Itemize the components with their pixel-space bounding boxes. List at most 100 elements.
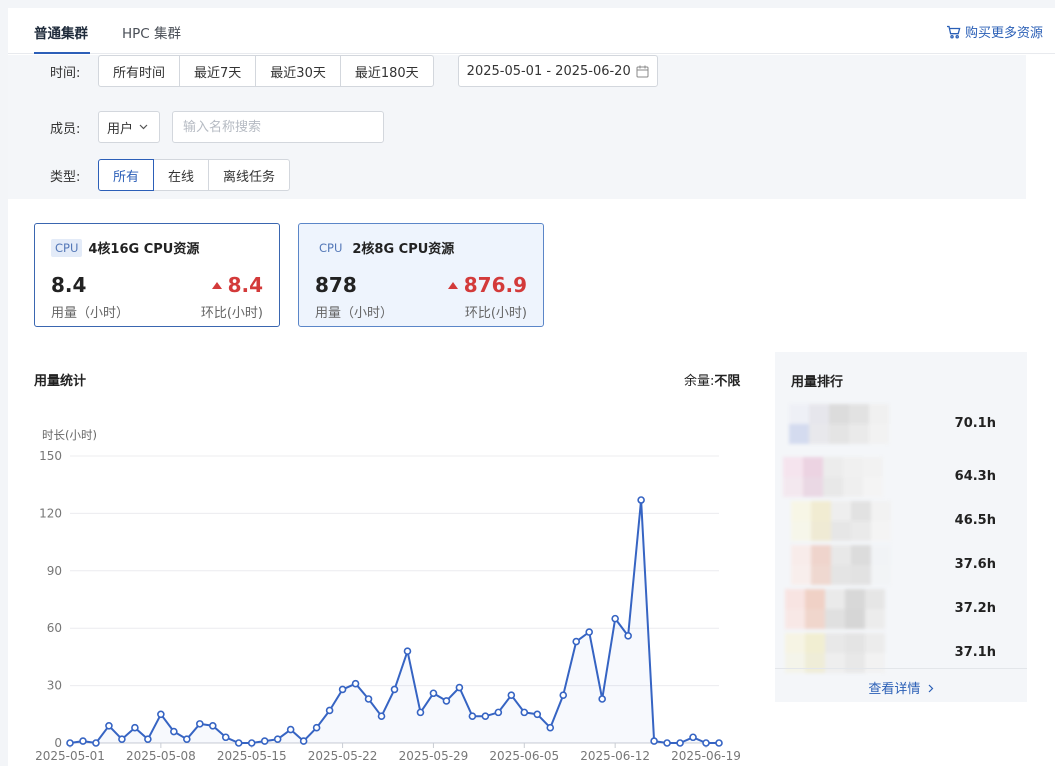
- ranking-user-avatar: [791, 501, 891, 541]
- resource-name: 4核16G CPU资源: [88, 242, 200, 257]
- resource-card-4c16g[interactable]: CPU 4核16G CPU资源 8.4 8.4 用量（小时） 环比(小时): [34, 223, 280, 327]
- ranking-value: 70.1h: [954, 416, 996, 431]
- member-type-value: 用户: [107, 121, 134, 137]
- time-option-30days[interactable]: 最近30天: [255, 55, 341, 87]
- time-filter-row: 时间: 所有时间 最近7天 最近30天 最近180天 2025-05-01 - …: [50, 55, 658, 87]
- member-filter-label: 成员:: [50, 121, 81, 137]
- data-point: [79, 737, 87, 745]
- cart-icon: [946, 25, 961, 39]
- view-details-link[interactable]: 查看详情: [775, 678, 1027, 697]
- series-area: [70, 500, 719, 743]
- usage-value: 878: [315, 273, 357, 297]
- data-point: [624, 632, 632, 640]
- data-point: [183, 735, 191, 743]
- resource-name: 2核8G CPU资源: [352, 242, 455, 257]
- data-point: [676, 739, 684, 747]
- data-point: [247, 739, 256, 747]
- data-point: [429, 689, 438, 698]
- data-point: [650, 737, 658, 745]
- data-point: [481, 712, 490, 721]
- ranking-value: 37.2h: [954, 601, 996, 616]
- time-filter-label: 时间:: [50, 65, 81, 81]
- data-point: [468, 712, 477, 721]
- time-option-180days[interactable]: 最近180天: [339, 55, 434, 87]
- data-point: [377, 712, 386, 721]
- type-option-online[interactable]: 在线: [153, 159, 210, 191]
- x-tick-label: 2025-05-15: [217, 749, 287, 763]
- x-tick-label: 2025-06-05: [489, 749, 559, 763]
- y-tick-label: 0: [54, 736, 62, 750]
- calendar-icon: [636, 65, 649, 77]
- date-range-value: 2025-05-01 - 2025-06-20: [466, 63, 631, 79]
- ranking-user-avatar: [789, 404, 889, 444]
- data-point: [286, 725, 295, 734]
- time-option-all[interactable]: 所有时间: [98, 55, 181, 87]
- member-type-select[interactable]: 用户: [98, 111, 160, 143]
- tab-normal-cluster[interactable]: 普通集群: [34, 22, 88, 42]
- ranking-value: 64.3h: [954, 469, 996, 484]
- usage-stats-title: 用量统计: [34, 374, 87, 389]
- cluster-tabs: 普通集群 HPC 集群 购买更多资源: [8, 8, 1055, 54]
- x-tick-label: 2025-05-22: [308, 749, 378, 763]
- data-point: [403, 647, 412, 655]
- remaining-value: 不限: [714, 374, 741, 389]
- data-point: [416, 708, 425, 717]
- time-option-7days[interactable]: 最近7天: [179, 55, 257, 87]
- ranking-title: 用量排行: [791, 375, 844, 390]
- date-range-picker[interactable]: 2025-05-01 - 2025-06-20: [457, 55, 658, 87]
- resource-card-title: CPU 2核8G CPU资源: [315, 238, 455, 258]
- data-point: [196, 720, 204, 728]
- type-filter-row: 类型: 所有 在线 离线任务: [50, 159, 291, 191]
- usage-page: 普通集群 HPC 集群 购买更多资源 时间: 所有时间 最近7天 最近30天 最…: [8, 8, 1055, 766]
- data-point: [533, 710, 542, 719]
- member-search-input[interactable]: [172, 111, 384, 143]
- data-point: [170, 727, 178, 736]
- x-tick-label: 2025-05-01: [35, 749, 105, 763]
- ranking-item: 70.1h: [775, 404, 1027, 444]
- type-filter-label: 类型:: [50, 169, 81, 185]
- data-point: [611, 614, 619, 623]
- resource-card-2c8g[interactable]: CPU 2核8G CPU资源 878 876.9 用量（小时） 环比(小时): [298, 223, 544, 327]
- type-option-all[interactable]: 所有: [98, 159, 155, 191]
- data-point: [118, 735, 126, 743]
- time-range-buttons: 所有时间 最近7天 最近30天 最近180天: [98, 55, 434, 87]
- usage-line-chart: 时长(小时) 0 30 60 90 120 150 2025-05-01 2025-05-08 2…: [35, 428, 741, 763]
- data-point: [455, 683, 464, 692]
- buy-more-label: 购买更多资源: [964, 26, 1043, 41]
- ranking-user-avatar: [785, 633, 885, 673]
- data-point: [507, 691, 516, 699]
- data-point: [105, 721, 113, 730]
- data-point: [299, 737, 308, 745]
- type-option-offline-task[interactable]: 离线任务: [208, 159, 291, 191]
- data-point: [273, 735, 282, 743]
- tab-hpc-cluster[interactable]: HPC 集群: [122, 22, 181, 42]
- y-axis-title: 时长(小时): [42, 428, 97, 442]
- ranking-item: 64.3h: [775, 457, 1027, 497]
- ranking-item: 37.2h: [775, 589, 1027, 629]
- change-value-wrap: 8.4: [211, 273, 263, 297]
- x-tick-label: 2025-05-29: [399, 749, 469, 763]
- active-tab-indicator: [34, 52, 90, 54]
- resource-card-title: CPU 4核16G CPU资源: [51, 238, 199, 257]
- buy-more-resources-link[interactable]: 购买更多资源: [946, 22, 1043, 41]
- data-point: [572, 637, 581, 646]
- usage-value: 8.4: [51, 273, 87, 297]
- x-tick-label: 2025-06-12: [580, 749, 650, 763]
- chevron-down-icon: [139, 124, 148, 130]
- filter-panel: 时间: 所有时间 最近7天 最近30天 最近180天 2025-05-01 - …: [8, 55, 1026, 199]
- ranking-divider: [775, 668, 1027, 669]
- ranking-user-avatar: [785, 589, 885, 629]
- chevron-right-icon: [928, 684, 933, 693]
- data-point: [144, 735, 152, 743]
- data-point: [598, 695, 606, 703]
- change-value-wrap: 876.9: [447, 273, 527, 297]
- type-buttons: 所有 在线 离线任务: [98, 159, 291, 191]
- cpu-tag: CPU: [319, 240, 343, 255]
- data-point: [520, 708, 529, 717]
- remaining-quota: 余量:不限: [684, 370, 740, 389]
- ranking-user-avatar: [783, 457, 883, 497]
- data-point: [546, 723, 555, 732]
- ranking-value: 46.5h: [954, 513, 996, 528]
- ranking-item: 37.1h: [775, 633, 1027, 673]
- ranking-value: 37.1h: [954, 645, 996, 660]
